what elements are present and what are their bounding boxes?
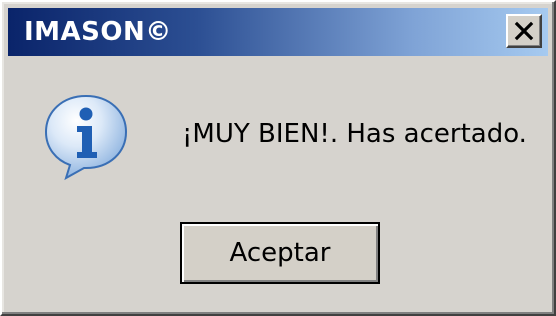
close-button[interactable]: [506, 14, 542, 48]
dialog-message: ¡MUY BIEN!. Has acertado.: [182, 119, 527, 149]
info-icon: [44, 94, 128, 181]
close-icon: [514, 21, 534, 41]
title-bar[interactable]: IMASON©: [8, 8, 548, 56]
window-title: IMASON©: [24, 17, 172, 47]
message-dialog: IMASON© ¡MUY BIEN!. Has acertado. Acepta…: [0, 0, 556, 316]
aceptar-button[interactable]: Aceptar: [180, 222, 380, 284]
